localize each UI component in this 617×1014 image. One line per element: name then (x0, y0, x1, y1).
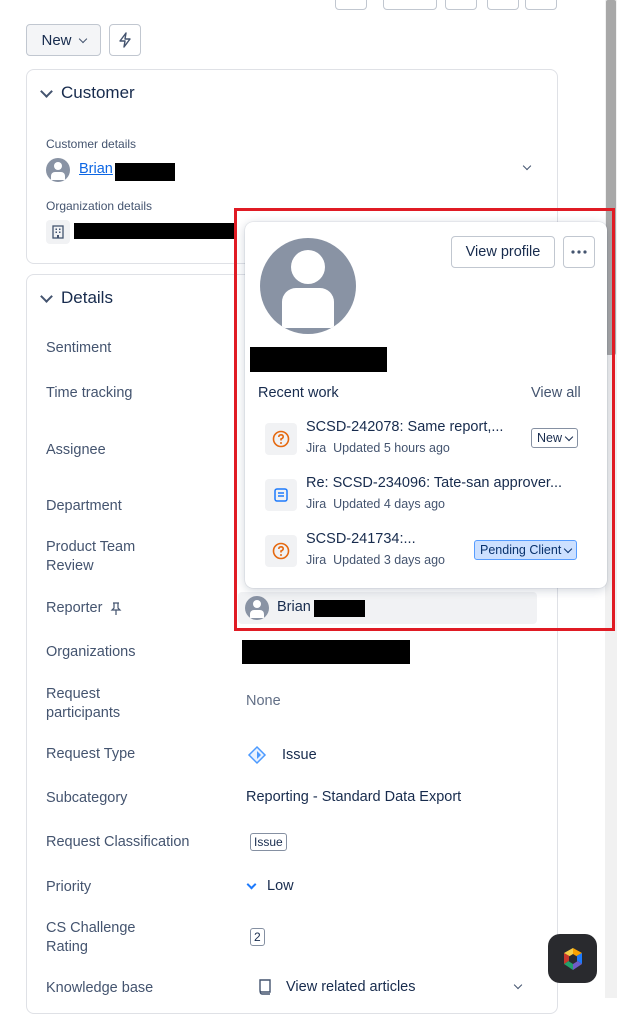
request-participants-value[interactable]: None (246, 693, 281, 709)
toolbar-button-4[interactable] (487, 0, 519, 10)
details-title: Details (61, 288, 113, 307)
automation-button[interactable] (109, 24, 141, 56)
field-label-assignee: Assignee (46, 442, 106, 458)
issue-type-icon (247, 745, 267, 765)
priority-field[interactable]: Low (246, 878, 294, 894)
redacted-text (115, 163, 175, 181)
customer-details-label: Customer details (46, 137, 137, 151)
customer-name-link[interactable]: Brian (79, 161, 113, 177)
field-label-subcategory: Subcategory (46, 790, 128, 806)
customer-title: Customer (61, 83, 135, 102)
pin-icon[interactable] (110, 601, 122, 616)
field-label-organizations: Organizations (46, 644, 136, 660)
customer-avatar (46, 158, 70, 182)
field-label-request-participants: Request participants (46, 686, 121, 721)
chevron-down-icon (78, 34, 87, 43)
floating-app-button[interactable] (548, 934, 597, 983)
redacted-text (74, 223, 236, 239)
details-section-toggle[interactable]: Details (40, 288, 113, 308)
toolbar-button-1[interactable] (335, 0, 367, 10)
knowledge-base-field[interactable]: View related articles (258, 979, 416, 995)
reporter-label-text: Reporter (46, 600, 103, 616)
field-label-sentiment: Sentiment (46, 340, 112, 356)
request-type-value: Issue (282, 747, 317, 763)
cs-challenge-rating-value[interactable]: 2 (250, 928, 265, 946)
subcategory-value[interactable]: Reporting - Standard Data Export (246, 789, 461, 805)
hexagon-logo-icon (563, 947, 582, 970)
request-type-field[interactable]: Issue (246, 744, 317, 766)
new-button-label: New (41, 31, 72, 49)
organization-details-label: Organization details (46, 199, 153, 213)
field-label-department: Department (46, 498, 122, 514)
building-icon (46, 220, 70, 244)
highlight-box (234, 208, 615, 631)
request-classification-tag[interactable]: Issue (250, 833, 287, 851)
book-icon (259, 979, 271, 995)
toolbar-button-2[interactable] (383, 0, 437, 10)
redacted-text (242, 640, 410, 664)
field-label-knowledge-base: Knowledge base (46, 980, 154, 996)
field-label-priority: Priority (46, 879, 92, 895)
chevron-down-icon (40, 289, 53, 303)
field-label-reporter: Reporter (46, 599, 122, 618)
lightning-icon (119, 32, 131, 48)
toolbar-button-5[interactable] (525, 0, 557, 10)
field-label-product-team-review: Product Team Review (46, 539, 136, 574)
field-label-time-tracking: Time tracking (46, 385, 133, 401)
field-label-request-type: Request Type (46, 746, 136, 762)
priority-low-icon (246, 879, 257, 890)
customer-section-toggle[interactable]: Customer (40, 83, 135, 103)
priority-value: Low (267, 878, 294, 894)
chevron-down-icon (40, 84, 53, 98)
toolbar-button-3[interactable] (445, 0, 477, 10)
new-button[interactable]: New (26, 24, 101, 56)
field-label-cs-challenge-rating: CS Challenge Rating (46, 920, 136, 955)
field-label-request-classification: Request Classification (46, 834, 190, 850)
knowledge-base-link: View related articles (286, 979, 416, 995)
